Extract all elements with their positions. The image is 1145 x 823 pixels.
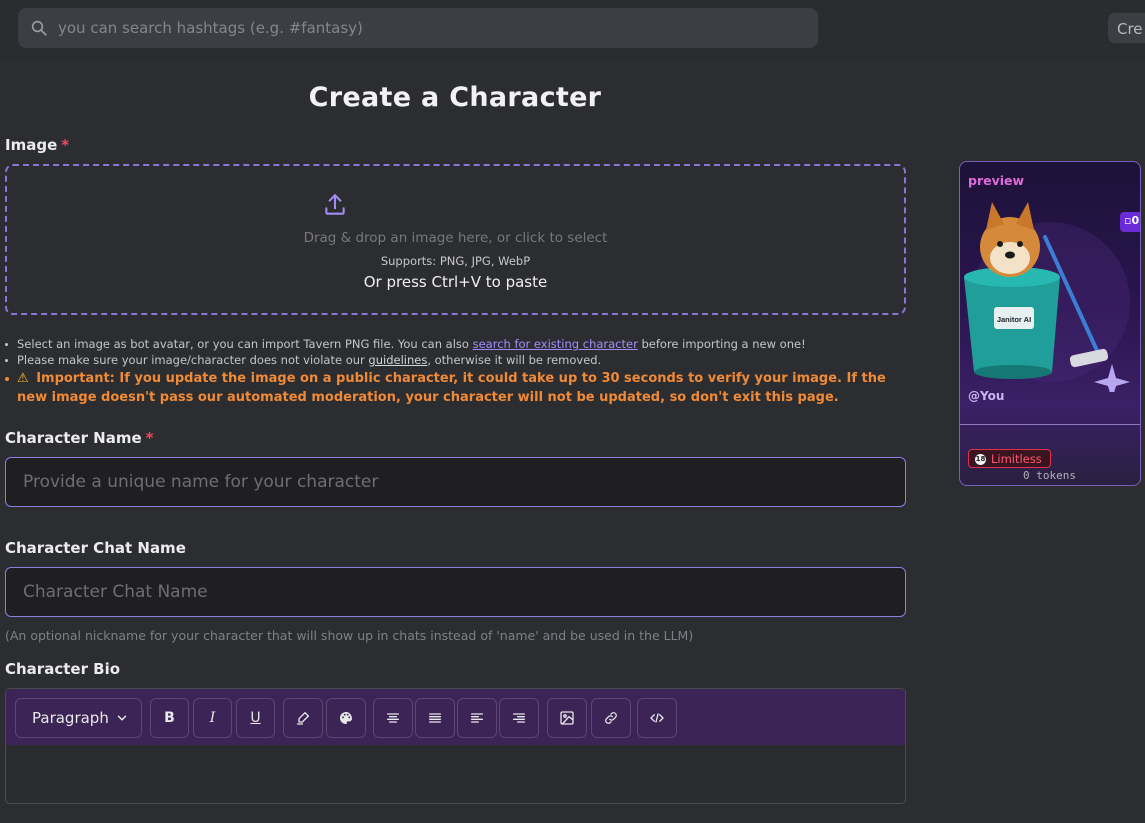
guidelines-link[interactable]: guidelines [368,353,427,367]
paste-instructions: Or press Ctrl+V to paste [363,273,548,291]
supported-formats: Supports: PNG, JPG, WebP [380,254,531,268]
warning-icon: ⚠ [17,371,29,386]
align-center-icon [387,713,399,723]
highlighter-icon [297,712,309,725]
character-chat-name-field[interactable] [5,567,906,617]
page-title: Create a Character [308,82,602,113]
bold-button[interactable]: B [150,698,189,738]
search-existing-character-link[interactable]: search for existing character [473,337,638,351]
search-input[interactable] [58,8,798,48]
nsfw-18-icon: 18 [975,453,986,465]
dropzone-instructions: Drag & drop an image here, or click to s… [303,230,608,246]
character-name-field[interactable] [5,457,906,507]
code-view-button[interactable] [637,698,677,738]
note-guidelines: Please make sure your image/character do… [5,352,910,368]
image-label: Image * [5,136,70,154]
bucket-logo-text: Janitor AI [997,315,1031,324]
align-justify-icon [429,713,441,723]
align-justify-button[interactable] [415,698,455,738]
bio-editor[interactable]: Paragraph B I U [5,688,906,804]
preview-divider [960,424,1140,425]
image-dropzone[interactable]: Drag & drop an image here, or click to s… [5,164,906,315]
image-icon [560,711,574,725]
required-mark: * [61,136,70,154]
chat-count-badge: ▫0 [1120,212,1140,232]
character-bio-label: Character Bio [5,660,121,678]
create-button[interactable]: Cre [1108,13,1145,43]
preview-label: preview [968,173,1025,188]
align-right-button[interactable] [499,698,539,738]
character-name-input[interactable] [6,458,905,506]
paragraph-format-select[interactable]: Paragraph [15,698,142,738]
chevron-down-icon [117,715,127,721]
search-icon [31,20,47,36]
required-mark: * [145,429,154,447]
character-chat-name-label: Character Chat Name [5,539,186,557]
insert-link-button[interactable] [591,698,631,738]
chat-name-hint: (An optional nickname for your character… [5,628,694,643]
preview-avatar-image: Janitor AI [964,202,1130,392]
top-bar: Cre [0,0,1145,58]
limitless-tag: 18 Limitless [968,449,1051,468]
palette-icon [340,712,352,724]
note-import: Select an image as bot avatar, or you ca… [5,336,910,352]
upload-icon [325,194,345,215]
search-bar[interactable] [18,8,818,48]
character-chat-name-input[interactable] [6,568,905,616]
important-warning: ⚠ Important: If you update the image on … [5,369,910,407]
italic-button[interactable]: I [193,698,232,738]
insert-image-button[interactable] [547,698,587,738]
image-notes: Select an image as bot avatar, or you ca… [5,336,910,407]
align-right-icon [513,713,525,723]
character-name-label: Character Name * [5,429,154,447]
align-center-button[interactable] [373,698,413,738]
code-icon [650,713,664,723]
link-icon [605,712,617,724]
create-character-form: Create a Character Image * Drag & drop an… [0,58,1145,823]
underline-button[interactable]: U [236,698,275,738]
highlight-button[interactable] [283,698,323,738]
token-count: 0 tokens [1023,469,1076,482]
align-left-button[interactable] [457,698,497,738]
align-left-icon [471,713,483,723]
preview-creator: @You [968,389,1005,403]
text-color-button[interactable] [326,698,366,738]
character-preview-card: Janitor AI preview ▫0 @You 18 Limitless … [959,161,1141,486]
editor-toolbar: Paragraph B I U [6,689,905,745]
